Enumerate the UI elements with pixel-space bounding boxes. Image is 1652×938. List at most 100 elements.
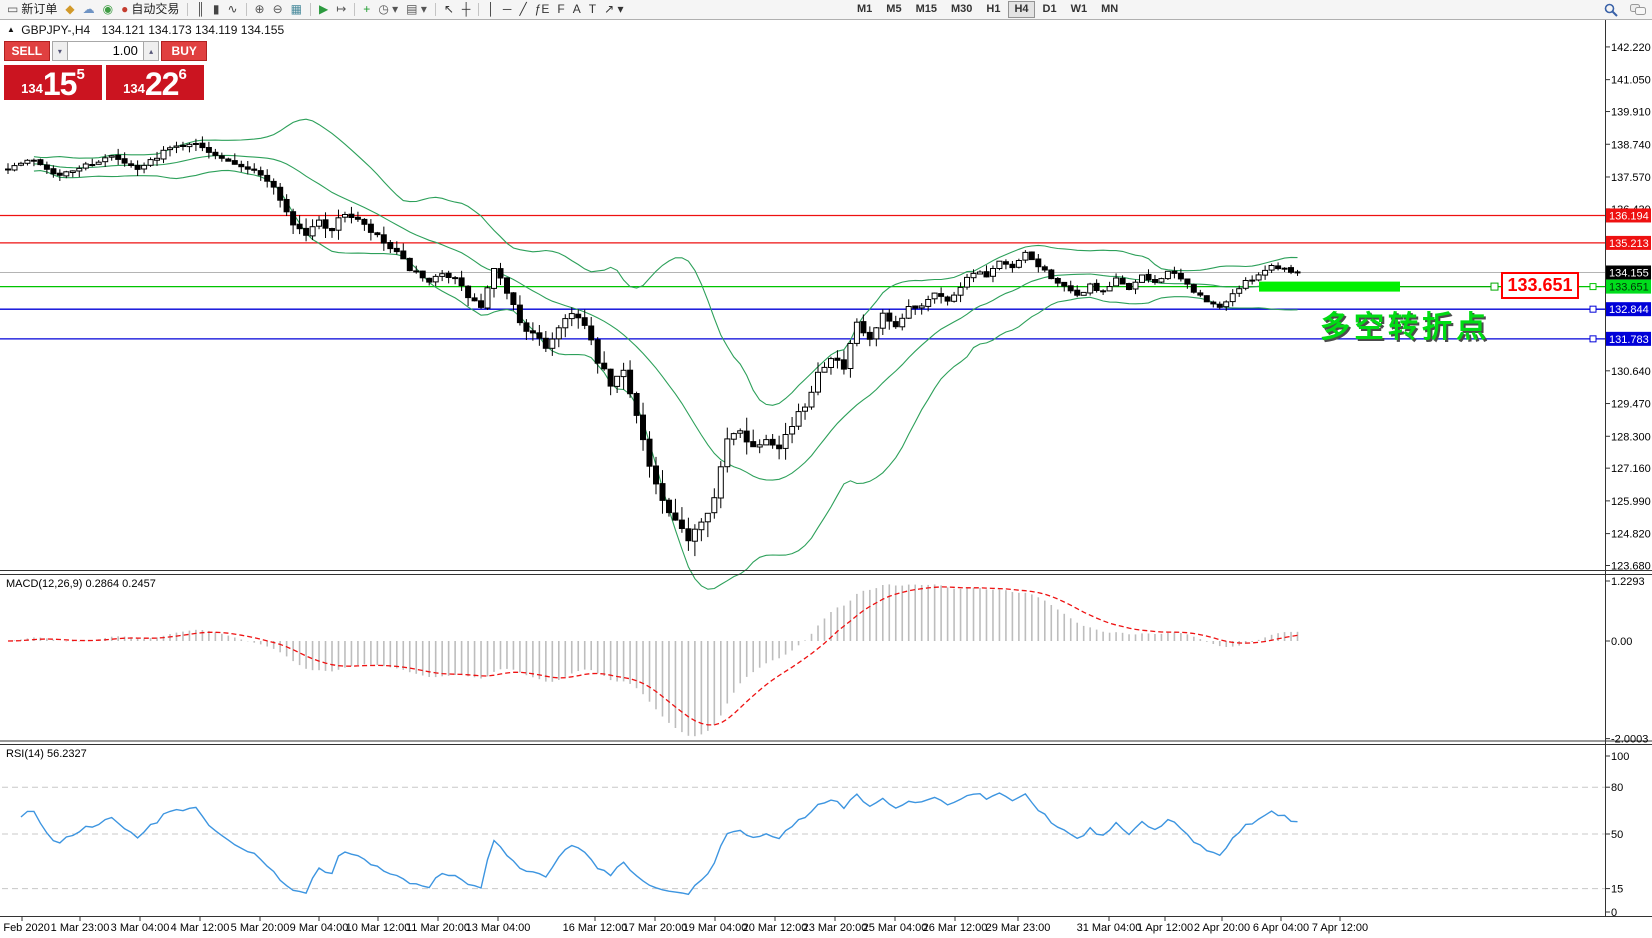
price-axis-label: 129.470 [1611, 399, 1651, 411]
autotrading-button[interactable]: ●自动交易 [117, 1, 183, 18]
time-axis-label: 16 Mar 12:00 [563, 922, 628, 934]
price-annotation-box[interactable]: 133.651 [1501, 272, 1579, 299]
price-axis-label: 128.300 [1611, 431, 1651, 443]
highlight-bar[interactable] [1259, 282, 1400, 292]
tile-windows-icon[interactable]: ▦ [287, 1, 306, 18]
price-axis-label: 124.820 [1611, 529, 1651, 541]
macd-histogram [8, 584, 1298, 736]
price-axis-label: 123.680 [1611, 560, 1651, 572]
timeframe-mn[interactable]: MN [1095, 1, 1124, 18]
rsi-axis-label: 50 [1611, 829, 1623, 841]
vertical-line-icon[interactable]: │ [483, 1, 499, 18]
rsi-axis-label: 100 [1611, 751, 1629, 763]
time-axis-label: 4 Mar 12:00 [171, 922, 230, 934]
toolbar-separator [187, 3, 188, 16]
time-axis-label: 29 Mar 23:00 [986, 922, 1051, 934]
price-tag-text: 131.783 [1609, 334, 1649, 346]
cursor-icon[interactable]: ↖ [440, 1, 458, 18]
chart-shift-icon[interactable]: ↦ [332, 1, 350, 18]
zoom-in-icon[interactable]: ⊕ [251, 1, 269, 18]
toolbar-tools: ▭新订单◆☁◉●自动交易 ║▮∿ ⊕⊖▦ ▶↦ +◷ ▾▤ ▾ ↖┼ │─╱ƒEFAT↗ ▾ [3, 0, 627, 19]
trendline-icon[interactable]: ╱ [515, 1, 530, 18]
macd-signal-line [8, 587, 1298, 725]
timeframe-m15[interactable]: M15 [910, 1, 943, 18]
volume-increase-button[interactable]: ▴ [143, 41, 160, 61]
sell-quote[interactable]: 134155 [4, 65, 102, 100]
timeframe-m5[interactable]: M5 [880, 1, 907, 18]
price-tag-text: 132.844 [1609, 304, 1649, 316]
time-axis-label: 13 Mar 04:00 [466, 922, 531, 934]
price-axis-label: 125.990 [1611, 496, 1651, 508]
time-axis-label: 19 Mar 04:00 [683, 922, 748, 934]
time-axis-label: 9 Mar 04:00 [290, 922, 349, 934]
volume-input[interactable]: 1.00 [68, 41, 143, 61]
sell-price-big: 15 [43, 69, 77, 99]
price-tag-text: 133.651 [1609, 282, 1649, 294]
candlestick-chart-icon[interactable]: ▮ [209, 1, 224, 18]
timeframe-h1[interactable]: H1 [980, 1, 1006, 18]
indicators-icon[interactable]: + [359, 1, 374, 18]
line-chart-icon[interactable]: ∿ [223, 1, 241, 18]
sell-price-prefix: 134 [21, 79, 43, 99]
price-tag-text: 135.213 [1609, 238, 1649, 250]
price-axis-label: 127.160 [1611, 463, 1651, 475]
time-axis-label: 1 Apr 12:00 [1137, 922, 1193, 934]
horizontal-line-icon[interactable]: ─ [499, 1, 516, 18]
time-axis-label: 17 Mar 20:00 [623, 922, 688, 934]
time-axis-label: 7 Apr 12:00 [1312, 922, 1368, 934]
price-tag-text: 134.155 [1609, 268, 1649, 280]
equidistant-channel-icon[interactable]: ƒE [531, 1, 554, 18]
symbol-period-label: GBPJPY-,H4 [21, 23, 90, 37]
collapse-triangle-icon[interactable]: ▲ [7, 25, 15, 34]
label-icon[interactable]: T [585, 1, 600, 18]
sell-price-pip: 5 [76, 67, 84, 82]
arrows-dropdown-icon[interactable]: ↗ ▾ [600, 1, 627, 18]
crosshair-icon[interactable]: ┼ [458, 1, 475, 18]
auto-scroll-icon[interactable]: ▶ [315, 1, 332, 18]
toolbar-separator [478, 3, 479, 16]
ohlc-values: 134.121 134.173 134.119 134.155 [102, 23, 285, 37]
timeframe-d1[interactable]: D1 [1037, 1, 1063, 18]
buy-button[interactable]: BUY [161, 41, 207, 61]
pivot-annotation-text[interactable]: 多空转折点 [1320, 302, 1490, 346]
period-dropdown-icon[interactable]: ◷ ▾ [374, 1, 402, 18]
sell-button[interactable]: SELL [4, 41, 50, 61]
volume-decrease-button[interactable]: ▾ [52, 41, 69, 61]
time-axis-label: 26 Mar 12:00 [923, 922, 988, 934]
templates-dropdown-icon[interactable]: ▤ ▾ [402, 1, 431, 18]
rsi-axis-label: 0 [1611, 907, 1617, 919]
chart-title: ▲ GBPJPY-,H4 134.121 134.173 134.119 134… [7, 23, 284, 37]
chart-canvas: 142.220141.050139.910138.740137.570136.4… [0, 0, 1652, 938]
time-axis-label: 5 Mar 20:00 [231, 922, 290, 934]
bollinger-middle-band [34, 155, 1298, 480]
search-icon[interactable] [1604, 3, 1618, 17]
toolbar-separator [435, 3, 436, 16]
bollinger-upper-band [34, 119, 1298, 405]
time-axis-label: 3 Mar 04:00 [111, 922, 170, 934]
time-axis-label: 7 Feb 2020 [0, 922, 50, 934]
buy-quote[interactable]: 134226 [106, 65, 204, 100]
toolbar: ▭新订单◆☁◉●自动交易 ║▮∿ ⊕⊖▦ ▶↦ +◷ ▾▤ ▾ ↖┼ │─╱ƒEFAT↗ ▾… [0, 0, 1652, 20]
rsi-axis-label: 80 [1611, 782, 1623, 794]
data-window-icon[interactable]: ☁ [79, 1, 99, 18]
bollinger-lower-band [34, 170, 1298, 589]
time-axis-label: 31 Mar 04:00 [1077, 922, 1142, 934]
time-axis-label: 2 Apr 20:00 [1194, 922, 1250, 934]
market-watch-icon[interactable]: ◆ [61, 1, 78, 18]
chat-icon[interactable] [1630, 3, 1646, 17]
fibonacci-icon[interactable]: F [553, 1, 568, 18]
macd-axis-label: 0.00 [1611, 636, 1632, 648]
new-order-button[interactable]: ▭新订单 [3, 1, 61, 18]
rsi-indicator-label: RSI(14) 56.2327 [6, 748, 87, 760]
timeframe-m1[interactable]: M1 [851, 1, 878, 18]
timeframe-m30[interactable]: M30 [945, 1, 978, 18]
buy-price-big: 22 [145, 69, 179, 99]
zoom-out-icon[interactable]: ⊖ [269, 1, 287, 18]
timeframe-h4[interactable]: H4 [1008, 1, 1034, 18]
macd-axis-label: -2.0003 [1611, 734, 1648, 746]
signals-icon[interactable]: ◉ [99, 1, 117, 18]
timeframe-w1[interactable]: W1 [1065, 1, 1094, 18]
text-icon[interactable]: A [569, 1, 585, 18]
bar-chart-icon[interactable]: ║ [192, 1, 209, 18]
price-axis-label: 139.910 [1611, 107, 1651, 119]
